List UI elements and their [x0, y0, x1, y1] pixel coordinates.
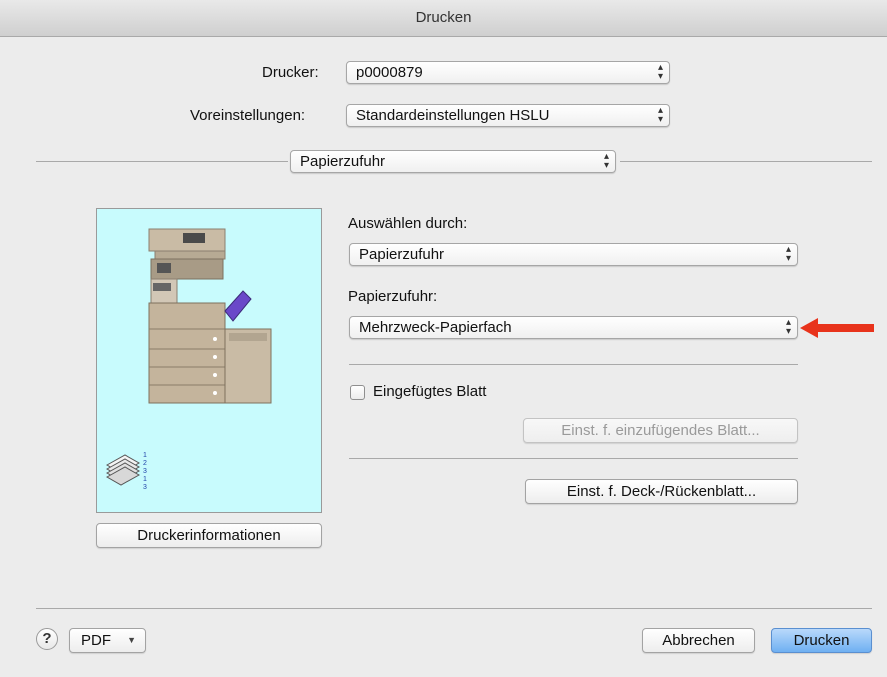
svg-text:1: 1 [143, 452, 147, 459]
popup-arrows-icon: ▴ ▾ [657, 62, 663, 82]
svg-text:2: 2 [143, 460, 147, 467]
divider-1 [349, 364, 798, 365]
dropdown-arrow-icon: ▼ [127, 635, 136, 645]
paper-source-select-value: Mehrzweck-Papierfach [359, 319, 512, 336]
popup-arrows-icon: ▴ ▾ [785, 317, 791, 337]
document-stack-icon: 1 2 3 1 3 [105, 452, 147, 491]
section-select[interactable]: Papierzufuhr ▴ ▾ [290, 150, 616, 173]
help-button[interactable]: ? [36, 628, 58, 650]
window-titlebar: Drucken [0, 0, 887, 37]
select-by-select[interactable]: Papierzufuhr ▴ ▾ [349, 243, 798, 266]
inserted-sheet-settings-button[interactable]: Einst. f. einzufügendes Blatt... [523, 418, 798, 443]
select-by-label: Auswählen durch: [348, 215, 468, 232]
presets-select-value: Standardeinstellungen HSLU [356, 107, 550, 124]
printer-label: Drucker: [262, 64, 319, 81]
printer-select[interactable]: p0000879 ▴ ▾ [346, 61, 670, 84]
presets-select[interactable]: Standardeinstellungen HSLU ▴ ▾ [346, 104, 670, 127]
printer-info-button[interactable]: Druckerinformationen [96, 523, 322, 548]
divider-2 [349, 458, 798, 459]
popup-arrows-icon: ▴ ▾ [785, 244, 791, 264]
print-button[interactable]: Drucken [771, 628, 872, 653]
svg-text:3: 3 [143, 468, 147, 475]
red-arrow-icon [800, 318, 874, 338]
section-divider-left [36, 161, 288, 162]
pdf-label: PDF [81, 632, 111, 649]
pdf-menu-button[interactable]: PDF ▼ [69, 628, 146, 653]
cancel-button[interactable]: Abbrechen [642, 628, 755, 653]
paper-source-label: Papierzufuhr: [348, 288, 438, 305]
footer-divider [36, 608, 872, 609]
printer-preview: 1 2 3 1 3 [96, 208, 322, 513]
presets-label: Voreinstellungen: [190, 107, 306, 124]
inserted-sheet-checkbox[interactable] [350, 385, 365, 400]
window-title: Drucken [415, 9, 472, 26]
printer-select-value: p0000879 [356, 64, 423, 81]
popup-arrows-icon: ▴ ▾ [603, 151, 609, 171]
cover-settings-button[interactable]: Einst. f. Deck-/Rückenblatt... [525, 479, 798, 504]
section-select-value: Papierzufuhr [300, 153, 386, 170]
svg-text:3: 3 [143, 484, 147, 491]
select-by-select-value: Papierzufuhr [359, 246, 445, 263]
popup-arrows-icon: ▴ ▾ [657, 105, 663, 125]
paper-source-select[interactable]: Mehrzweck-Papierfach ▴ ▾ [349, 316, 798, 339]
section-divider-right [620, 161, 872, 162]
inserted-sheet-label: Eingefügtes Blatt [373, 383, 487, 400]
printer-illustration: 1 2 3 1 3 [105, 228, 272, 491]
svg-text:1: 1 [143, 476, 147, 483]
